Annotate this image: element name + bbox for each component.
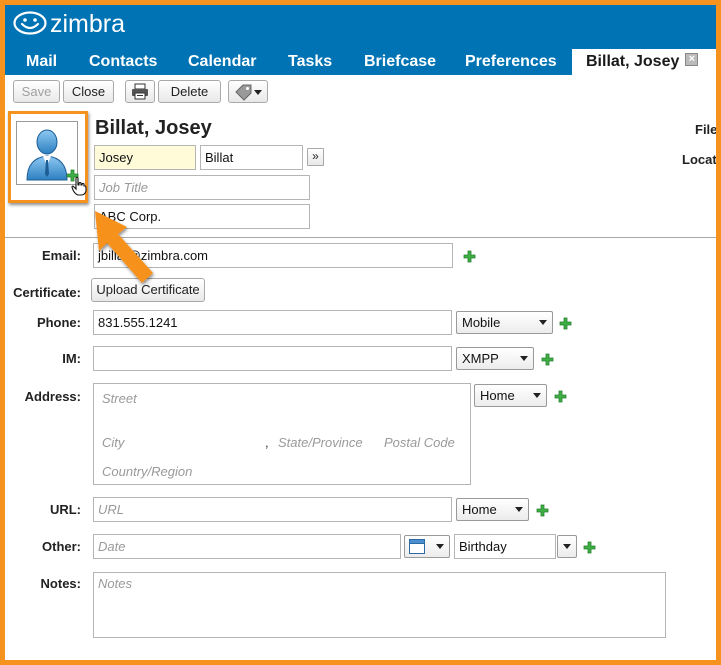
date-picker-button[interactable] (404, 535, 450, 558)
chevron-down-icon (254, 90, 262, 95)
save-button[interactable]: Save (13, 80, 60, 103)
printer-icon (131, 83, 149, 103)
email-label: Email: (41, 248, 81, 263)
chevron-down-icon (539, 320, 547, 325)
tag-menu-button[interactable] (228, 80, 268, 103)
add-other-plus-icon[interactable] (583, 541, 596, 554)
toolbar: Save Close Delete (5, 78, 716, 108)
last-name-field[interactable]: Billat (200, 145, 303, 170)
chevron-down-icon (533, 393, 541, 398)
im-type-value: XMPP (462, 351, 499, 366)
zimbra-logo[interactable]: zimbra (13, 10, 126, 38)
delete-button[interactable]: Delete (158, 80, 221, 103)
postal-code-field[interactable]: Postal Code (384, 435, 455, 450)
app-tabs: Mail Contacts Calendar Tasks Briefcase P… (5, 49, 716, 75)
im-label: IM: (62, 351, 81, 366)
print-button[interactable] (125, 80, 155, 103)
im-type-select[interactable]: XMPP (456, 347, 534, 370)
address-block: Street City , State/Province Postal Code… (93, 383, 471, 485)
address-type-select[interactable]: Home (474, 384, 547, 407)
city-field[interactable]: City (102, 435, 124, 450)
address-type-value: Home (480, 388, 515, 403)
phone-type-value: Mobile (462, 315, 501, 330)
upload-certificate-button[interactable]: Upload Certificate (91, 278, 205, 302)
chevron-down-icon (436, 544, 444, 549)
other-label: Other: (42, 539, 81, 554)
section-divider (5, 237, 716, 238)
add-im-plus-icon[interactable] (541, 353, 554, 366)
country-field[interactable]: Country/Region (102, 464, 192, 479)
im-field[interactable] (93, 346, 452, 371)
chevron-down-icon (515, 507, 523, 512)
phone-field[interactable]: 831.555.1241 (93, 310, 452, 335)
other-date-field[interactable]: Date (93, 534, 401, 559)
address-label: Address: (24, 389, 81, 404)
smiley-logo-icon (13, 10, 47, 38)
phone-type-select[interactable]: Mobile (456, 311, 553, 334)
add-address-plus-icon[interactable] (554, 390, 567, 403)
job-title-field[interactable]: Job Title (94, 175, 310, 200)
contact-display-name: Billat, Josey (95, 117, 212, 139)
other-type-dropdown[interactable] (557, 535, 577, 558)
chevron-down-icon (520, 356, 528, 361)
first-name-field[interactable]: Josey (94, 145, 196, 170)
street-field[interactable]: Street (102, 391, 137, 406)
brand-name: zimbra (50, 10, 126, 38)
tag-icon (234, 83, 254, 107)
close-button[interactable]: Close (63, 80, 114, 103)
tab-billat-josey[interactable]: Billat, Josey × (572, 49, 716, 75)
location-label: Locati (682, 152, 716, 167)
notes-label: Notes: (40, 576, 81, 591)
city-state-separator: , (265, 435, 269, 450)
url-label: URL: (49, 502, 81, 517)
tab-briefcase[interactable]: Briefcase (364, 49, 436, 75)
app-header: zimbra Mail Contacts Calendar Tasks Brie… (5, 5, 716, 75)
add-phone-plus-icon[interactable] (559, 317, 572, 330)
notes-field[interactable]: Notes (93, 572, 666, 638)
more-name-fields-button[interactable]: » (307, 148, 324, 166)
hand-pointer-icon (71, 176, 87, 199)
url-type-value: Home (462, 502, 497, 517)
tab-calendar[interactable]: Calendar (188, 49, 256, 75)
tab-title: Billat, Josey (586, 53, 680, 70)
other-type-field[interactable]: Birthday (454, 534, 556, 559)
state-field[interactable]: State/Province (278, 435, 363, 450)
add-url-plus-icon[interactable] (536, 504, 549, 517)
tab-preferences[interactable]: Preferences (465, 49, 557, 75)
tab-contacts[interactable]: Contacts (89, 49, 157, 75)
close-tab-icon[interactable]: × (685, 53, 699, 67)
contact-photo[interactable] (8, 111, 88, 203)
contact-edit-window: zimbra Mail Contacts Calendar Tasks Brie… (5, 5, 716, 660)
calendar-icon (409, 539, 425, 560)
company-field[interactable]: ABC Corp. (94, 204, 310, 229)
email-field[interactable]: jbillat@zimbra.com (93, 243, 453, 268)
file-as-label: File (695, 122, 716, 137)
tab-tasks[interactable]: Tasks (288, 49, 332, 75)
phone-label: Phone: (36, 315, 81, 330)
tab-mail[interactable]: Mail (26, 49, 57, 75)
certificate-label: Certificate: (13, 285, 81, 300)
add-email-plus-icon[interactable] (463, 250, 476, 263)
url-field[interactable]: URL (93, 497, 452, 522)
url-type-select[interactable]: Home (456, 498, 529, 521)
chevron-down-icon (563, 544, 571, 549)
